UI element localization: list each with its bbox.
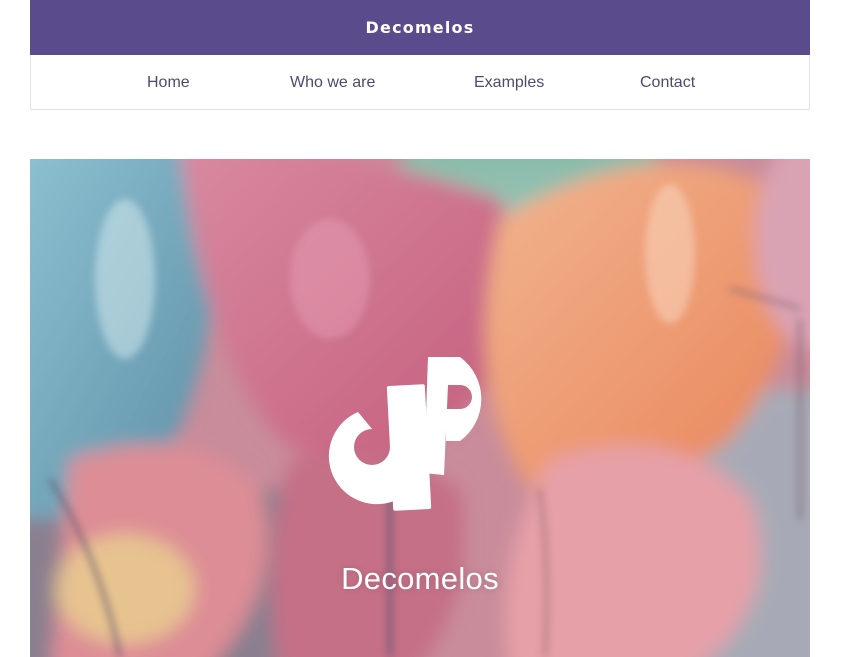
hero-title: Decomelos <box>341 561 499 596</box>
top-header-bar: Decomelos <box>30 0 810 55</box>
nav-item-contact[interactable]: Contact <box>640 55 695 109</box>
dp-logo-icon <box>328 357 482 511</box>
hero-banner: Decomelos <box>30 159 810 657</box>
nav-item-home[interactable]: Home <box>147 55 190 109</box>
nav-item-examples[interactable]: Examples <box>474 55 544 109</box>
main-navigation: Home Who we are Examples Contact <box>30 55 810 110</box>
nav-item-who-we-are[interactable]: Who we are <box>290 55 375 109</box>
brand-title[interactable]: Decomelos <box>366 18 475 37</box>
